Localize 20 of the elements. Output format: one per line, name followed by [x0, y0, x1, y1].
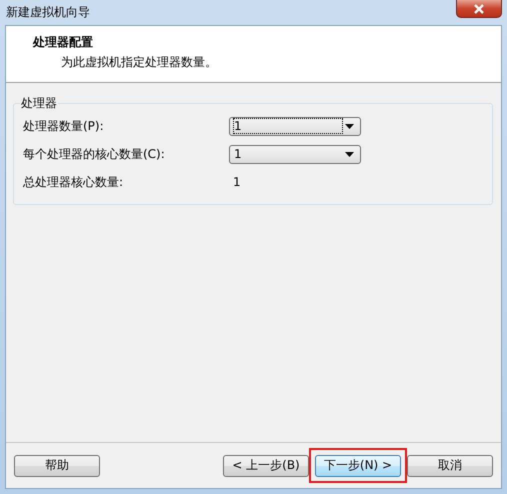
caret-icon	[345, 152, 354, 156]
dropdown-value: 1	[233, 146, 243, 162]
caret-icon	[345, 124, 354, 128]
dialog-button[interactable]: < 上一步(B)	[223, 454, 309, 477]
close-button[interactable]	[456, 0, 502, 18]
close-icon	[473, 4, 485, 14]
dialog-button[interactable]: 取消	[407, 454, 493, 477]
field-label: 总处理器核心数量:	[23, 174, 124, 190]
dialog-button[interactable]: 下一步(N) >	[315, 454, 401, 477]
value-text: 1	[232, 175, 241, 189]
group-title: 处理器	[20, 95, 58, 112]
dropdown-value: 1	[233, 118, 343, 134]
dialog-button[interactable]: 帮助	[14, 454, 100, 477]
field-label: 每个处理器的核心数量(C):	[23, 146, 166, 162]
page-title: 处理器配置	[33, 34, 94, 51]
window-title: 新建虚拟机向导	[5, 4, 90, 21]
page-subtitle: 为此虚拟机指定处理器数量。	[60, 54, 218, 71]
dropdown[interactable]: 1	[229, 116, 361, 136]
dropdown[interactable]: 1	[229, 144, 361, 164]
field-label: 处理器数量(P):	[23, 118, 105, 134]
